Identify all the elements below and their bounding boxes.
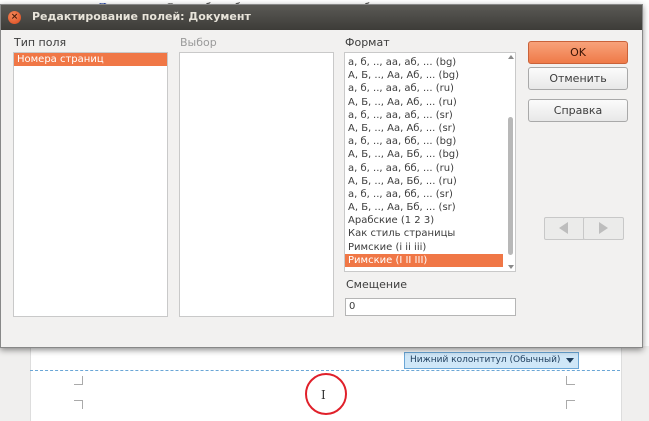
dialog-title: Редактирование полей: Документ bbox=[32, 10, 251, 23]
list-item[interactable]: а, б, .., аа, аб, ... (bg) bbox=[345, 56, 503, 69]
scroll-down-icon[interactable] bbox=[508, 265, 514, 269]
list-item[interactable]: а, б, .., аа, бб, ... (bg) bbox=[345, 135, 503, 148]
selection-label: Выбор bbox=[180, 36, 217, 49]
list-item[interactable]: Римские (i ii iii) bbox=[345, 241, 503, 254]
list-item[interactable]: а, б, .., аа, бб, ... (sr) bbox=[345, 188, 503, 201]
scroll-thumb[interactable] bbox=[508, 117, 513, 255]
field-type-list[interactable]: Номера страниц bbox=[13, 52, 168, 317]
list-item[interactable]: а, б, .., аа, бб, ... (ru) bbox=[345, 162, 503, 175]
list-item[interactable]: Римские (I II III) bbox=[345, 253, 503, 267]
list-item[interactable]: А, Б, .., Аа, Бб, ... (bg) bbox=[345, 148, 503, 161]
format-list[interactable]: а, б, .., аа, аб, ... (bg) А, Б, .., Аа, … bbox=[344, 52, 516, 272]
list-item[interactable]: Арабские (1 2 3) bbox=[345, 214, 503, 227]
edit-fields-dialog: × Редактирование полей: Документ Тип пол… bbox=[0, 4, 643, 348]
field-type-label: Тип поля bbox=[14, 36, 67, 49]
offset-input[interactable]: 0 bbox=[345, 298, 516, 316]
selection-list bbox=[179, 52, 334, 317]
scroll-up-icon[interactable] bbox=[508, 55, 514, 59]
previous-button[interactable] bbox=[544, 217, 585, 240]
chevron-down-icon[interactable] bbox=[566, 358, 575, 363]
offset-label: Смещение bbox=[346, 278, 407, 291]
list-item[interactable]: А, Б, .., Аа, Аб, ... (ru) bbox=[345, 96, 503, 109]
red-highlight-circle bbox=[305, 373, 347, 415]
format-label: Формат bbox=[345, 36, 390, 49]
footer-tag-label: Нижний колонтитул (Обычный) bbox=[410, 355, 561, 365]
list-item[interactable]: А, Б, .., Аа, Аб, ... (bg) bbox=[345, 69, 503, 82]
page-corner-marker bbox=[566, 400, 575, 409]
list-item[interactable]: А, Б, .., Аа, Аб, ... (sr) bbox=[345, 122, 503, 135]
page-corner-marker bbox=[74, 400, 83, 409]
help-button[interactable]: Справка bbox=[528, 99, 628, 122]
list-item[interactable]: а, б, .., аа, аб, ... (sr) bbox=[345, 109, 503, 122]
list-item[interactable]: а, б, .., аа, аб, ... (ru) bbox=[345, 82, 503, 95]
close-icon[interactable]: × bbox=[8, 11, 21, 24]
ok-button[interactable]: OK bbox=[528, 41, 628, 64]
list-item[interactable]: Номера страниц bbox=[14, 53, 167, 67]
list-item[interactable]: А, Б, .., Аа, Бб, ... (ru) bbox=[345, 175, 503, 188]
format-scrollbar[interactable] bbox=[505, 53, 515, 271]
arrow-right-icon bbox=[599, 222, 608, 234]
list-item[interactable]: Как стиль страницы bbox=[345, 227, 503, 240]
page-corner-marker bbox=[74, 376, 83, 385]
cancel-button[interactable]: Отменить bbox=[528, 67, 628, 90]
list-item[interactable]: А, Б, .., Аа, Бб, ... (sr) bbox=[345, 201, 503, 214]
dialog-titlebar[interactable]: × Редактирование полей: Документ bbox=[1, 5, 642, 30]
page-corner-marker bbox=[566, 376, 575, 385]
footer-boundary-line bbox=[30, 370, 620, 371]
arrow-left-icon bbox=[559, 222, 568, 234]
footer-tag[interactable]: Нижний колонтитул (Обычный) bbox=[404, 352, 580, 369]
next-button[interactable] bbox=[583, 217, 624, 240]
